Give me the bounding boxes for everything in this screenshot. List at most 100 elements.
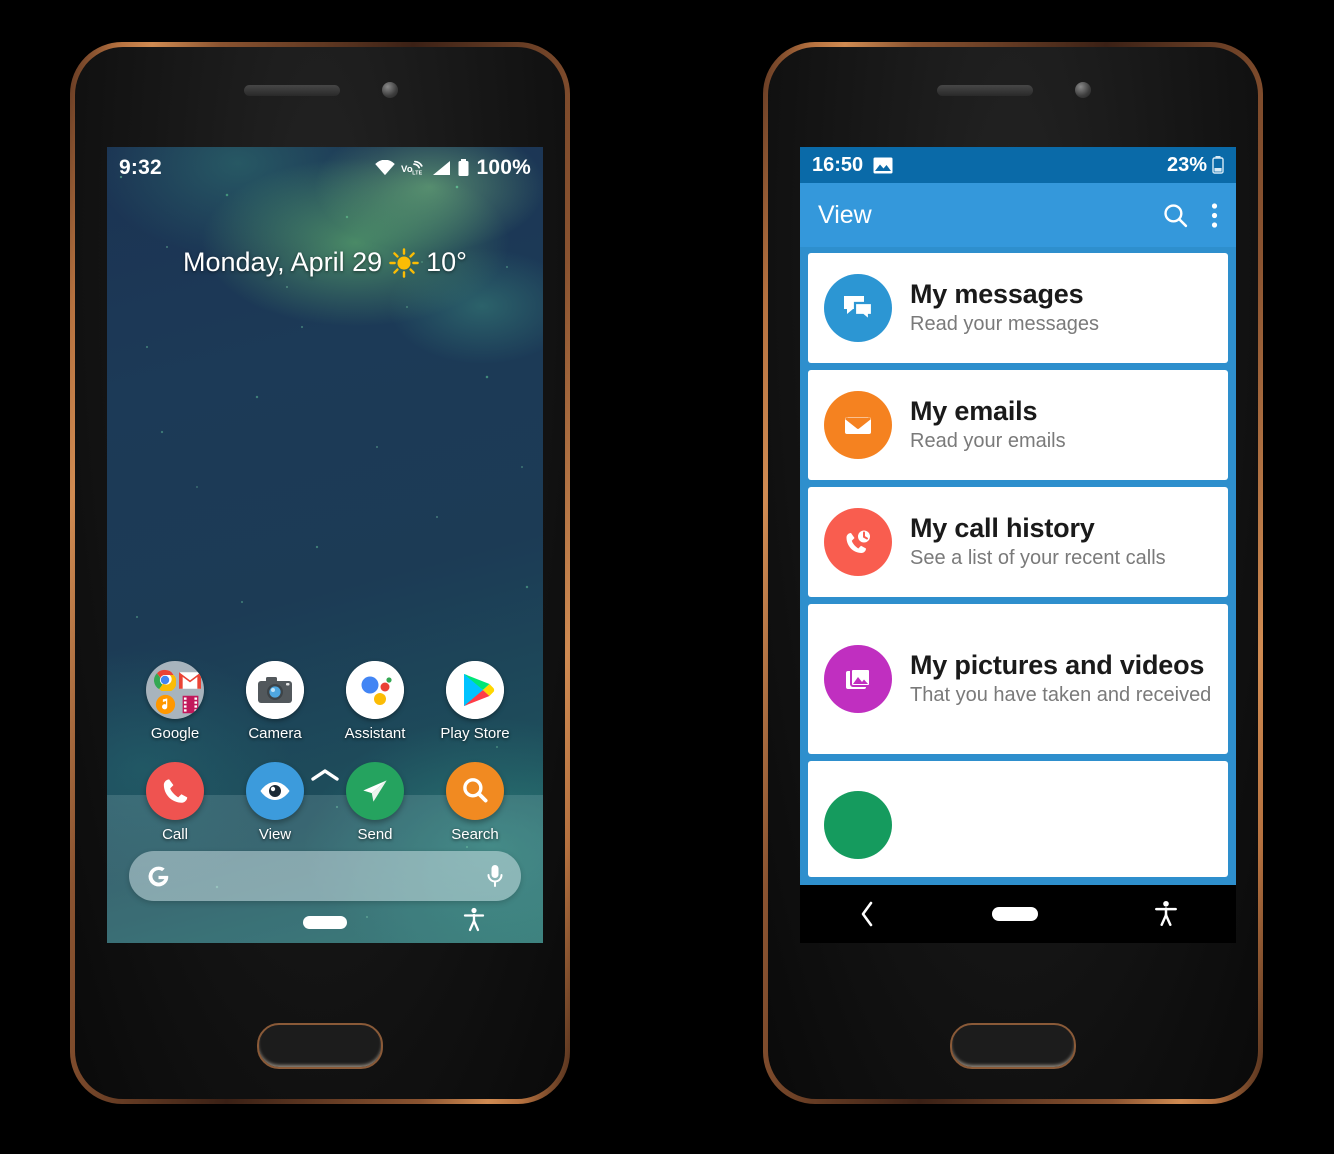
dock-label: Send bbox=[357, 826, 393, 843]
photo-library-icon bbox=[824, 645, 892, 713]
earpiece-speaker-icon bbox=[937, 85, 1033, 96]
status-icons: Vo LTE 100% bbox=[374, 156, 531, 180]
card-text: My pictures and videos That you have tak… bbox=[910, 650, 1212, 708]
left-nav-bar bbox=[107, 901, 543, 943]
play-movies-icon bbox=[179, 694, 201, 715]
app-bar-actions bbox=[1162, 202, 1218, 229]
card-text: My emails Read your emails bbox=[910, 396, 1212, 454]
physical-home-button[interactable] bbox=[257, 1023, 383, 1069]
dock-label: View bbox=[258, 826, 292, 843]
card-subtitle: Read your messages bbox=[910, 313, 1099, 336]
right-phone-device: 16:50 23% View My messages Read your mes… bbox=[763, 42, 1263, 1104]
back-chevron-icon[interactable] bbox=[858, 899, 876, 929]
chrome-icon bbox=[154, 669, 176, 691]
card-subtitle: Read your emails bbox=[910, 430, 1066, 453]
card-my-call-history[interactable]: My call history See a list of your recen… bbox=[808, 487, 1228, 597]
front-camera-icon bbox=[382, 82, 398, 98]
left-phone-screen: 9:32 Vo LTE 100% Monday, April 29 10° Go… bbox=[107, 147, 543, 943]
app-cell-assistant[interactable]: Assistant bbox=[331, 661, 419, 742]
home-pill-icon[interactable] bbox=[992, 907, 1038, 921]
card-title: My messages bbox=[910, 279, 1084, 310]
play-music-icon bbox=[154, 694, 176, 715]
card-subtitle: That you have taken and received bbox=[910, 684, 1212, 707]
widget-temperature: 10° bbox=[426, 247, 467, 277]
right-status-bar: 16:50 23% bbox=[800, 147, 1236, 183]
wifi-icon bbox=[375, 160, 396, 176]
camera-icon[interactable] bbox=[246, 661, 304, 719]
green-circle-icon bbox=[824, 791, 892, 859]
dock-label: Call bbox=[162, 826, 188, 843]
magnifier-icon[interactable] bbox=[446, 762, 504, 820]
image-notification-icon bbox=[873, 157, 893, 173]
page-title: View bbox=[818, 200, 872, 229]
paper-plane-icon[interactable] bbox=[346, 762, 404, 820]
volte-icon: Vo LTE bbox=[401, 160, 424, 176]
left-status-bar: 9:32 Vo LTE 100% bbox=[107, 147, 543, 189]
eye-icon[interactable] bbox=[246, 762, 304, 820]
accessibility-icon[interactable] bbox=[1154, 900, 1178, 928]
card-subtitle: See a list of your recent calls bbox=[910, 547, 1166, 570]
play-store-icon[interactable] bbox=[446, 661, 504, 719]
app-label: Camera bbox=[248, 725, 302, 742]
google-g-icon bbox=[148, 866, 169, 886]
phone-history-icon bbox=[824, 508, 892, 576]
dock-cell-view[interactable]: View bbox=[231, 762, 319, 843]
card-text: My call history See a list of your recen… bbox=[910, 513, 1212, 571]
status-time: 9:32 bbox=[119, 156, 162, 179]
front-camera-icon bbox=[1075, 82, 1091, 98]
google-folder-icon[interactable] bbox=[146, 661, 204, 719]
gmail-icon bbox=[179, 669, 201, 691]
search-icon[interactable] bbox=[1162, 202, 1189, 229]
card-my-pictures-and-videos[interactable]: My pictures and videos That you have tak… bbox=[808, 604, 1228, 754]
google-search-widget[interactable] bbox=[129, 851, 521, 901]
date-weather-widget[interactable]: Monday, April 29 10° bbox=[107, 247, 543, 278]
card-title: My emails bbox=[910, 396, 1038, 427]
right-phone-screen: 16:50 23% View My messages Read your mes… bbox=[800, 147, 1236, 943]
right-phone-body: 16:50 23% View My messages Read your mes… bbox=[768, 47, 1258, 1099]
card-my-messages[interactable]: My messages Read your messages bbox=[808, 253, 1228, 363]
widget-date: Monday, April 29 bbox=[183, 247, 383, 277]
sun-icon bbox=[389, 247, 419, 278]
battery-percent: 23% bbox=[1166, 153, 1207, 176]
card-partial-next[interactable] bbox=[808, 761, 1228, 877]
right-nav-bar bbox=[800, 885, 1236, 943]
accessibility-icon[interactable] bbox=[463, 907, 485, 938]
app-cell-play-store[interactable]: Play Store bbox=[431, 661, 519, 742]
home-pill-icon[interactable] bbox=[303, 915, 347, 929]
view-card-list: My messages Read your messages My emails… bbox=[800, 247, 1236, 885]
card-title: My pictures and videos bbox=[910, 650, 1205, 681]
microphone-icon[interactable] bbox=[485, 863, 505, 889]
dock-label: Search bbox=[451, 826, 499, 843]
phone-icon[interactable] bbox=[146, 762, 204, 820]
battery-icon bbox=[458, 159, 469, 176]
dock-cell-call[interactable]: Call bbox=[131, 762, 219, 843]
dock-cell-search[interactable]: Search bbox=[431, 762, 519, 843]
battery-icon bbox=[1212, 156, 1224, 174]
card-my-emails[interactable]: My emails Read your emails bbox=[808, 370, 1228, 480]
svg-text:LTE: LTE bbox=[413, 170, 423, 176]
app-cell-google[interactable]: Google bbox=[131, 661, 219, 742]
app-cell-camera[interactable]: Camera bbox=[231, 661, 319, 742]
status-time: 16:50 bbox=[812, 153, 864, 176]
home-app-grid: Google Camera Assistant Play Store bbox=[107, 661, 543, 742]
home-dock: Call View Send Search bbox=[107, 762, 543, 843]
left-phone-body: 9:32 Vo LTE 100% Monday, April 29 10° Go… bbox=[75, 47, 565, 1099]
app-label: Assistant bbox=[344, 725, 406, 742]
app-label: Play Store bbox=[440, 725, 510, 742]
cellular-signal-icon bbox=[433, 161, 451, 175]
chat-bubbles-icon bbox=[824, 274, 892, 342]
dock-cell-send[interactable]: Send bbox=[331, 762, 419, 843]
status-right-icons: 23% bbox=[1167, 154, 1224, 177]
physical-home-button[interactable] bbox=[950, 1023, 1076, 1069]
view-app: 16:50 23% View My messages Read your mes… bbox=[800, 147, 1236, 943]
app-bar: View bbox=[800, 183, 1236, 247]
earpiece-speaker-icon bbox=[244, 85, 340, 96]
card-text: My messages Read your messages bbox=[910, 279, 1212, 337]
envelope-icon bbox=[824, 391, 892, 459]
google-assistant-icon[interactable] bbox=[346, 661, 404, 719]
svg-text:Vo: Vo bbox=[401, 163, 413, 174]
app-label: Google bbox=[150, 725, 200, 742]
card-text bbox=[910, 791, 1212, 794]
battery-percent: 100% bbox=[476, 156, 531, 179]
more-vertical-icon[interactable] bbox=[1211, 202, 1218, 229]
